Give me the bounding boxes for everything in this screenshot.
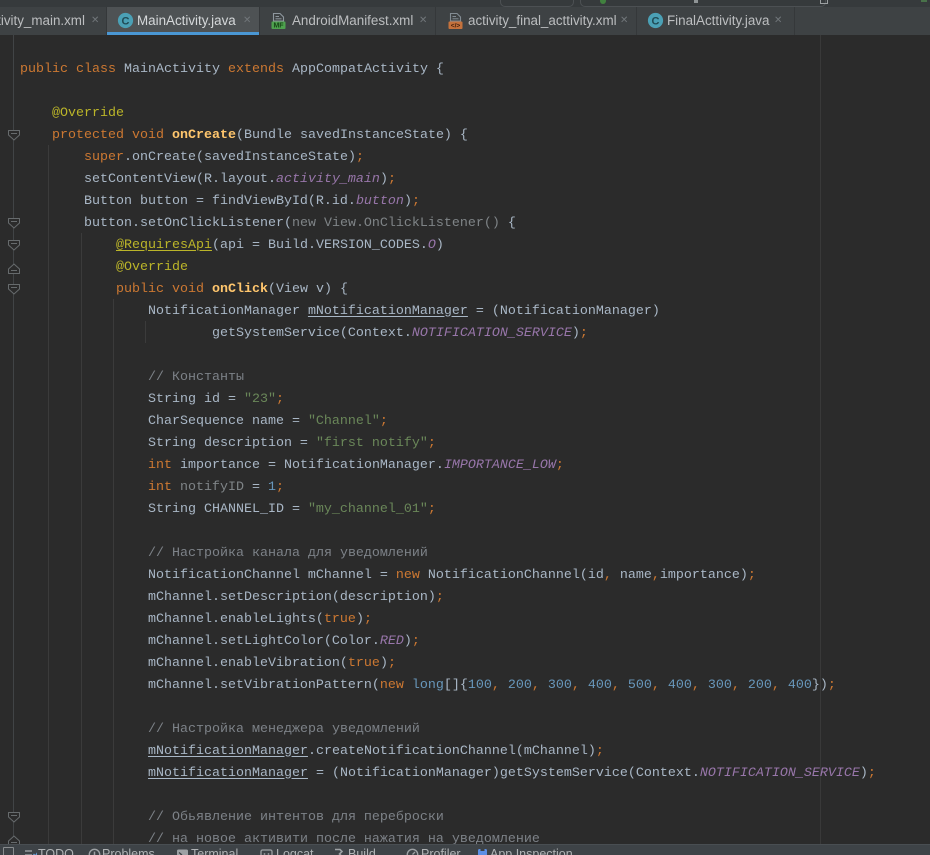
svg-text:C: C [122, 16, 130, 28]
svg-text:</>: </> [451, 23, 461, 30]
svg-text:MF: MF [273, 23, 284, 29]
svg-text:C: C [652, 16, 660, 28]
